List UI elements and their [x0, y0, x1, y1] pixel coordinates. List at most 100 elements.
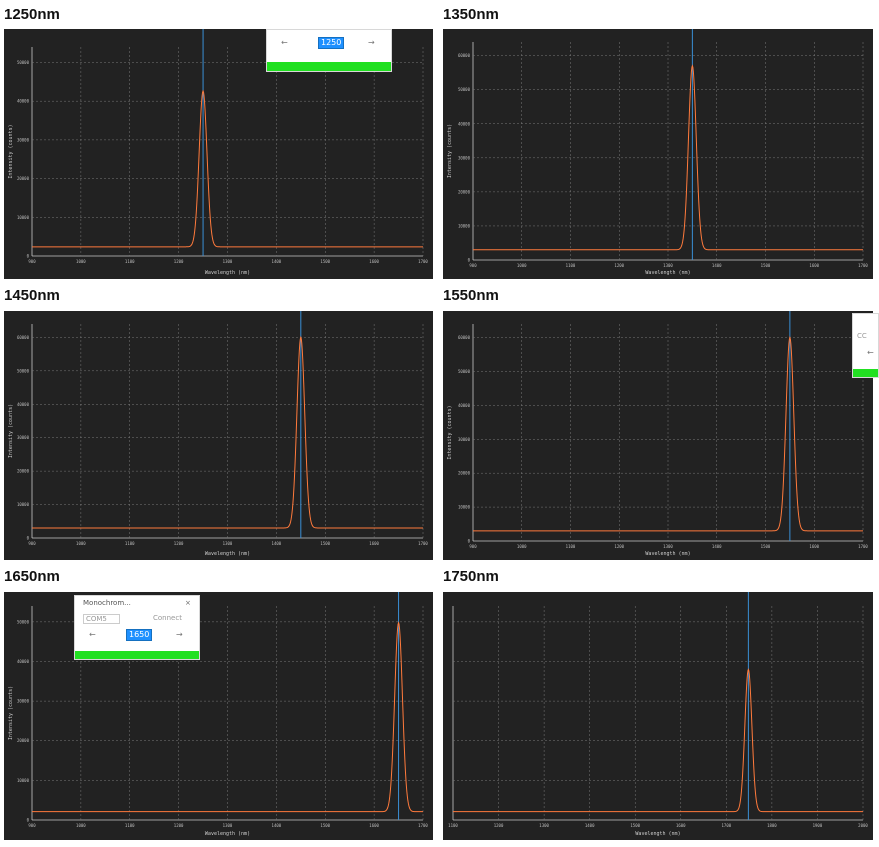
y-tick-label: 20000: [17, 738, 30, 743]
x-tick-label: 1400: [272, 541, 282, 546]
progress-bar: [75, 651, 199, 659]
x-tick-label: 1300: [223, 823, 233, 828]
spectrum-svg: 1100 1200 1300 1400 1500 1600 1700 1800 1900 2000…: [448, 592, 868, 837]
spectrum-plot-1650[interactable]: 900 1000 1100 1200 1300 1400 1500 1600 1700 0 1000…: [4, 592, 433, 840]
x-tick-label: 1700: [858, 263, 868, 268]
x-tick-label: 1000: [76, 259, 86, 264]
monochromator-dialog[interactable]: CC ←: [852, 313, 879, 378]
panel-title-1750: 1750nm: [443, 568, 499, 585]
y-tick-label: 60000: [458, 335, 471, 340]
y-tick-label: 60000: [458, 53, 471, 58]
x-tick-label: 1100: [125, 823, 135, 828]
monochromator-dialog[interactable]: ← 1250 →: [266, 29, 392, 72]
x-axis-label: Wavelength (nm): [205, 551, 250, 557]
spectrum-svg: 900 1000 1100 1200 1300 1400 1500 1600 1700 0 1000…: [447, 29, 868, 276]
dialog-title: Monochrom...: [83, 599, 131, 607]
x-tick-label: 900: [28, 541, 36, 546]
x-tick-label: 1000: [76, 541, 86, 546]
x-tick-label: 1700: [418, 823, 428, 828]
x-tick-label: 1400: [712, 544, 722, 549]
spectrum-svg: 900 1000 1100 1200 1300 1400 1500 1600 1700 0 1000…: [8, 311, 428, 557]
x-tick-label: 1400: [585, 823, 595, 828]
x-tick-label: 1500: [320, 259, 330, 264]
close-button[interactable]: ×: [185, 599, 191, 607]
x-tick-label: 1500: [320, 541, 330, 546]
x-tick-label: 1500: [320, 823, 330, 828]
y-tick-label: 50000: [17, 368, 30, 373]
wavelength-decrease-button[interactable]: ←: [89, 630, 96, 639]
y-tick-label: 50000: [17, 60, 30, 65]
y-axis-label: Intensity (counts): [447, 405, 453, 459]
spectrum-plot-1750[interactable]: 1100 1200 1300 1400 1500 1600 1700 1800 1900 2000…: [443, 592, 873, 840]
y-axis-label: Intensity (counts): [8, 404, 14, 458]
y-axis-label: Intensity (counts): [8, 124, 14, 178]
panel-title-1450: 1450nm: [4, 287, 60, 304]
panel-title-1350: 1350nm: [443, 6, 499, 23]
y-tick-label: 40000: [17, 402, 30, 407]
wavelength-decrease-button[interactable]: ←: [867, 348, 874, 357]
panel-title-1550: 1550nm: [443, 287, 499, 304]
x-tick-label: 1400: [272, 823, 282, 828]
y-axis-label: Intensity (counts): [447, 124, 453, 178]
port-select[interactable]: COM5: [83, 614, 120, 624]
x-tick-label: 1300: [663, 263, 673, 268]
x-tick-label: 900: [469, 263, 477, 268]
x-tick-label: 1200: [174, 259, 184, 264]
spectrum-plot-1350[interactable]: 900 1000 1100 1200 1300 1400 1500 1600 1700 0 1000…: [443, 29, 873, 279]
spectrum-plot-1450[interactable]: 900 1000 1100 1200 1300 1400 1500 1600 1700 0 1000…: [4, 311, 433, 560]
x-tick-label: 1700: [858, 544, 868, 549]
x-tick-label: 1100: [125, 259, 135, 264]
x-tick-label: 1100: [566, 263, 576, 268]
x-tick-label: 1500: [761, 544, 771, 549]
x-tick-label: 1200: [494, 823, 504, 828]
port-select[interactable]: CC: [857, 332, 867, 340]
spectrum-svg: 900 1000 1100 1200 1300 1400 1500 1600 1700 0 1000…: [447, 311, 868, 557]
wavelength-increase-button[interactable]: →: [368, 38, 375, 47]
y-tick-label: 30000: [17, 435, 30, 440]
x-tick-label: 1500: [761, 263, 771, 268]
connect-button[interactable]: Connect: [153, 614, 182, 622]
x-tick-label: 1800: [767, 823, 777, 828]
y-tick-label: 40000: [17, 659, 30, 664]
y-axis-label: Intensity (counts): [8, 686, 14, 740]
y-tick-label: 20000: [458, 471, 471, 476]
wavelength-input[interactable]: 1250: [318, 37, 345, 49]
y-tick-label: 60000: [17, 335, 30, 340]
wavelength-decrease-button[interactable]: ←: [281, 38, 288, 47]
y-tick-label: 20000: [458, 189, 471, 194]
y-tick-label: 40000: [458, 403, 471, 408]
panel-title-1250: 1250nm: [4, 6, 60, 23]
y-tick-label: 50000: [17, 619, 30, 624]
x-tick-label: 1200: [614, 544, 624, 549]
x-tick-label: 1900: [813, 823, 823, 828]
wavelength-increase-button[interactable]: →: [176, 630, 183, 639]
x-tick-label: 1300: [663, 544, 673, 549]
wavelength-input[interactable]: 1650: [126, 629, 153, 641]
x-tick-label: 1300: [223, 259, 233, 264]
progress-bar: [853, 369, 878, 377]
y-tick-label: 20000: [17, 469, 30, 474]
x-tick-label: 1600: [369, 823, 379, 828]
y-tick-label: 30000: [17, 137, 30, 142]
x-tick-label: 900: [28, 259, 36, 264]
spectrum-plot-1550[interactable]: 900 1000 1100 1200 1300 1400 1500 1600 1700 0 1000…: [443, 311, 873, 560]
x-tick-label: 1100: [566, 544, 576, 549]
x-tick-label: 1400: [712, 263, 722, 268]
y-tick-label: 30000: [17, 699, 30, 704]
panel-title-1650: 1650nm: [4, 568, 60, 585]
progress-bar: [267, 62, 391, 71]
x-tick-label: 1700: [418, 259, 428, 264]
spectrum-svg: 900 1000 1100 1200 1300 1400 1500 1600 1700 0 1000…: [8, 592, 428, 837]
x-tick-label: 1000: [76, 823, 86, 828]
monochromator-dialog[interactable]: Monochrom... × COM5 Connect ← 1650 →: [74, 595, 200, 660]
x-tick-label: 1000: [517, 263, 527, 268]
y-tick-label: 10000: [458, 223, 471, 228]
x-tick-label: 1700: [418, 541, 428, 546]
y-tick-label: 30000: [458, 437, 471, 442]
y-tick-label: 0: [27, 536, 30, 541]
y-tick-label: 10000: [458, 505, 471, 510]
x-tick-label: 1600: [369, 541, 379, 546]
x-tick-label: 1100: [448, 823, 458, 828]
x-axis-label: Wavelength (nm): [205, 831, 250, 837]
y-tick-label: 30000: [458, 155, 471, 160]
